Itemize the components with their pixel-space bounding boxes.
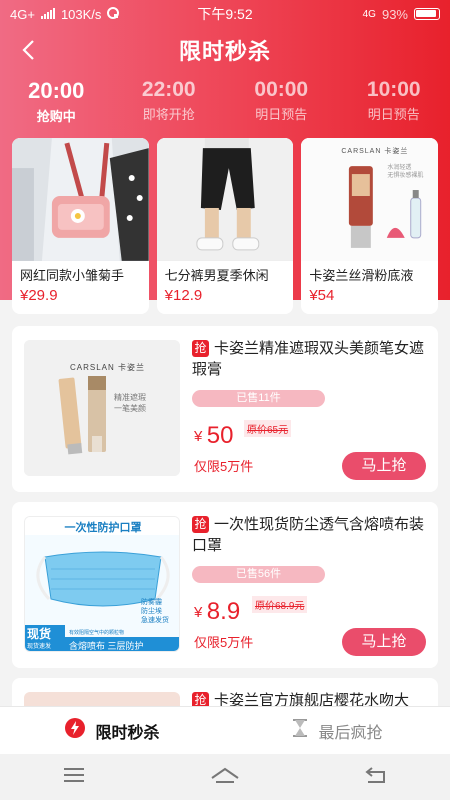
time-tabs: 20:00 抢购中 22:00 即将开抢 00:00 明日预告 10:00 明日… bbox=[0, 78, 450, 128]
product-title: 抢卡姿兰精准遮瑕双头美颜笔女遮瑕膏 bbox=[192, 338, 428, 380]
sold-count-badge: 已售11件 bbox=[192, 390, 325, 407]
brand-logo: CARSLAN 卡姿兰 bbox=[341, 148, 409, 155]
product-title-text: 卡姿兰精准遮瑕双头美颜笔女遮瑕膏 bbox=[192, 340, 425, 378]
featured-product-card[interactable]: 七分裤男夏季休闲 ¥12.9 bbox=[156, 138, 294, 314]
price-value: 8.9 bbox=[206, 598, 241, 625]
image-ship-text: 急速发货 bbox=[141, 617, 169, 624]
sale-price: ¥ 8.9 bbox=[194, 598, 240, 626]
product-price: ¥12.9 bbox=[164, 287, 203, 304]
tab-label: 最后疯抢 bbox=[318, 724, 383, 742]
product-name: 七分裤男夏季休闲 bbox=[164, 268, 269, 283]
menu-icon[interactable] bbox=[62, 767, 86, 788]
network-indicator-2: 4G bbox=[362, 8, 376, 20]
featured-products: 网红同款小雏菊手 ¥29.9 七分裤男夏季休闲 ¥12.9 CARSLAN 卡姿… bbox=[12, 138, 439, 314]
status-bar: 4G+ 103K/s 下午9:52 4G 93% bbox=[0, 0, 450, 28]
page-title: 限时秒杀 bbox=[178, 39, 271, 64]
back-icon[interactable] bbox=[364, 766, 388, 789]
battery-percent: 93% bbox=[381, 6, 408, 22]
network-speed: 103K/s bbox=[60, 6, 102, 22]
sold-count-badge: 已售56件 bbox=[192, 566, 325, 583]
currency-symbol: ¥ bbox=[194, 428, 203, 445]
nav-bar: 限时秒杀 bbox=[0, 30, 450, 70]
product-image-mask: 一次性防护口罩 防雾霾 防尘埃 急速发货 现货 现货速发 有效阻隔空气中的颗粒物… bbox=[24, 516, 180, 652]
lightning-icon bbox=[65, 718, 86, 743]
tab-flash-sale[interactable]: 限时秒杀 bbox=[0, 707, 225, 754]
bottom-tab-bar: 限时秒杀 最后疯抢 bbox=[0, 706, 450, 754]
image-note: 有效阻隔空气中的颗粒物 bbox=[69, 630, 125, 636]
product-title-text: 一次性现货防尘透气含熔喷布装口罩 bbox=[192, 516, 425, 554]
currency-symbol: ¥ bbox=[194, 604, 203, 621]
stock-limit: 仅限5万件 bbox=[194, 635, 254, 650]
product-title: 抢一次性现货防尘透气含熔喷布装口罩 bbox=[192, 514, 428, 556]
time-tab-1000[interactable]: 10:00 明日预告 bbox=[338, 78, 450, 128]
product-price: ¥29.9 bbox=[20, 287, 58, 304]
battery-icon bbox=[414, 8, 440, 20]
time-tab-status: 即将开抢 bbox=[142, 107, 195, 122]
tab-last-grab[interactable]: 最后疯抢 bbox=[225, 707, 450, 754]
stock-limit: 仅限5万件 bbox=[194, 459, 254, 474]
sale-price: ¥ 50 bbox=[194, 422, 234, 450]
price-value: 50 bbox=[206, 422, 234, 449]
flash-sale-item[interactable]: CARSLAN 卡姿兰 精准遮瑕 一笔美颜 抢卡姿兰精准遮瑕双头美颜笔女遮瑕膏 … bbox=[12, 326, 438, 492]
featured-product-card[interactable]: CARSLAN 卡姿兰 水润轻透 无惧妆感裸肌 卡姿兰丝滑粉底液 ¥54 bbox=[301, 138, 439, 314]
flash-tag: 抢 bbox=[192, 340, 209, 357]
time-tab-status: 抢购中 bbox=[36, 109, 76, 124]
original-price: 原价68.9元 bbox=[252, 596, 308, 613]
image-header-text: 一次性防护口罩 bbox=[64, 522, 142, 534]
time-tab-time: 10:00 bbox=[366, 78, 421, 101]
product-image-bag bbox=[12, 138, 149, 261]
time-tab-0000[interactable]: 00:00 明日预告 bbox=[225, 78, 338, 128]
time-tab-time: 22:00 bbox=[141, 78, 196, 101]
notification-icon bbox=[107, 6, 120, 22]
image-badge-sub: 现货速发 bbox=[27, 644, 52, 650]
product-image-pants bbox=[156, 138, 294, 261]
product-image-concealer: CARSLAN 卡姿兰 精准遮瑕 一笔美颜 bbox=[24, 340, 180, 476]
time-tab-time: 00:00 bbox=[254, 78, 309, 101]
buy-now-button[interactable]: 马上抢 bbox=[342, 628, 426, 656]
flash-sale-item[interactable]: 一次性防护口罩 防雾霾 防尘埃 急速发货 现货 现货速发 有效阻隔空气中的颗粒物… bbox=[12, 502, 438, 668]
product-name: 卡姿兰丝滑粉底液 bbox=[309, 268, 414, 283]
product-price: ¥54 bbox=[309, 287, 335, 304]
time-tab-status: 明日预告 bbox=[255, 107, 308, 122]
system-navigation-bar bbox=[0, 754, 450, 800]
product-name: 网红同款小雏菊手 bbox=[20, 268, 125, 283]
signal-icon bbox=[40, 7, 55, 22]
image-footer-text: 含熔喷布 三层防护 bbox=[69, 641, 144, 651]
featured-product-card[interactable]: 网红同款小雏菊手 ¥29.9 bbox=[12, 138, 149, 314]
image-badge: 现货 bbox=[27, 627, 52, 641]
time-tab-time: 20:00 bbox=[28, 78, 85, 103]
image-caption: 水润轻透 无惧妆感裸肌 bbox=[387, 165, 424, 179]
flash-tag: 抢 bbox=[192, 516, 209, 533]
image-caption: 精准遮瑕 一笔美颜 bbox=[114, 393, 146, 413]
home-icon[interactable] bbox=[210, 766, 240, 789]
time-tab-status: 明日预告 bbox=[367, 107, 420, 122]
network-indicator: 4G+ bbox=[10, 6, 35, 22]
tab-label: 限时秒杀 bbox=[95, 724, 160, 742]
product-image-foundation: CARSLAN 卡姿兰 水润轻透 无惧妆感裸肌 bbox=[301, 138, 439, 261]
time-tab-2200[interactable]: 22:00 即将开抢 bbox=[113, 78, 226, 128]
original-price: 原价65元 bbox=[244, 420, 292, 437]
brand-logo: CARSLAN 卡姿兰 bbox=[70, 363, 146, 372]
hourglass-icon bbox=[292, 719, 308, 742]
buy-now-button[interactable]: 马上抢 bbox=[342, 452, 426, 480]
time-tab-2000[interactable]: 20:00 抢购中 bbox=[0, 78, 113, 128]
